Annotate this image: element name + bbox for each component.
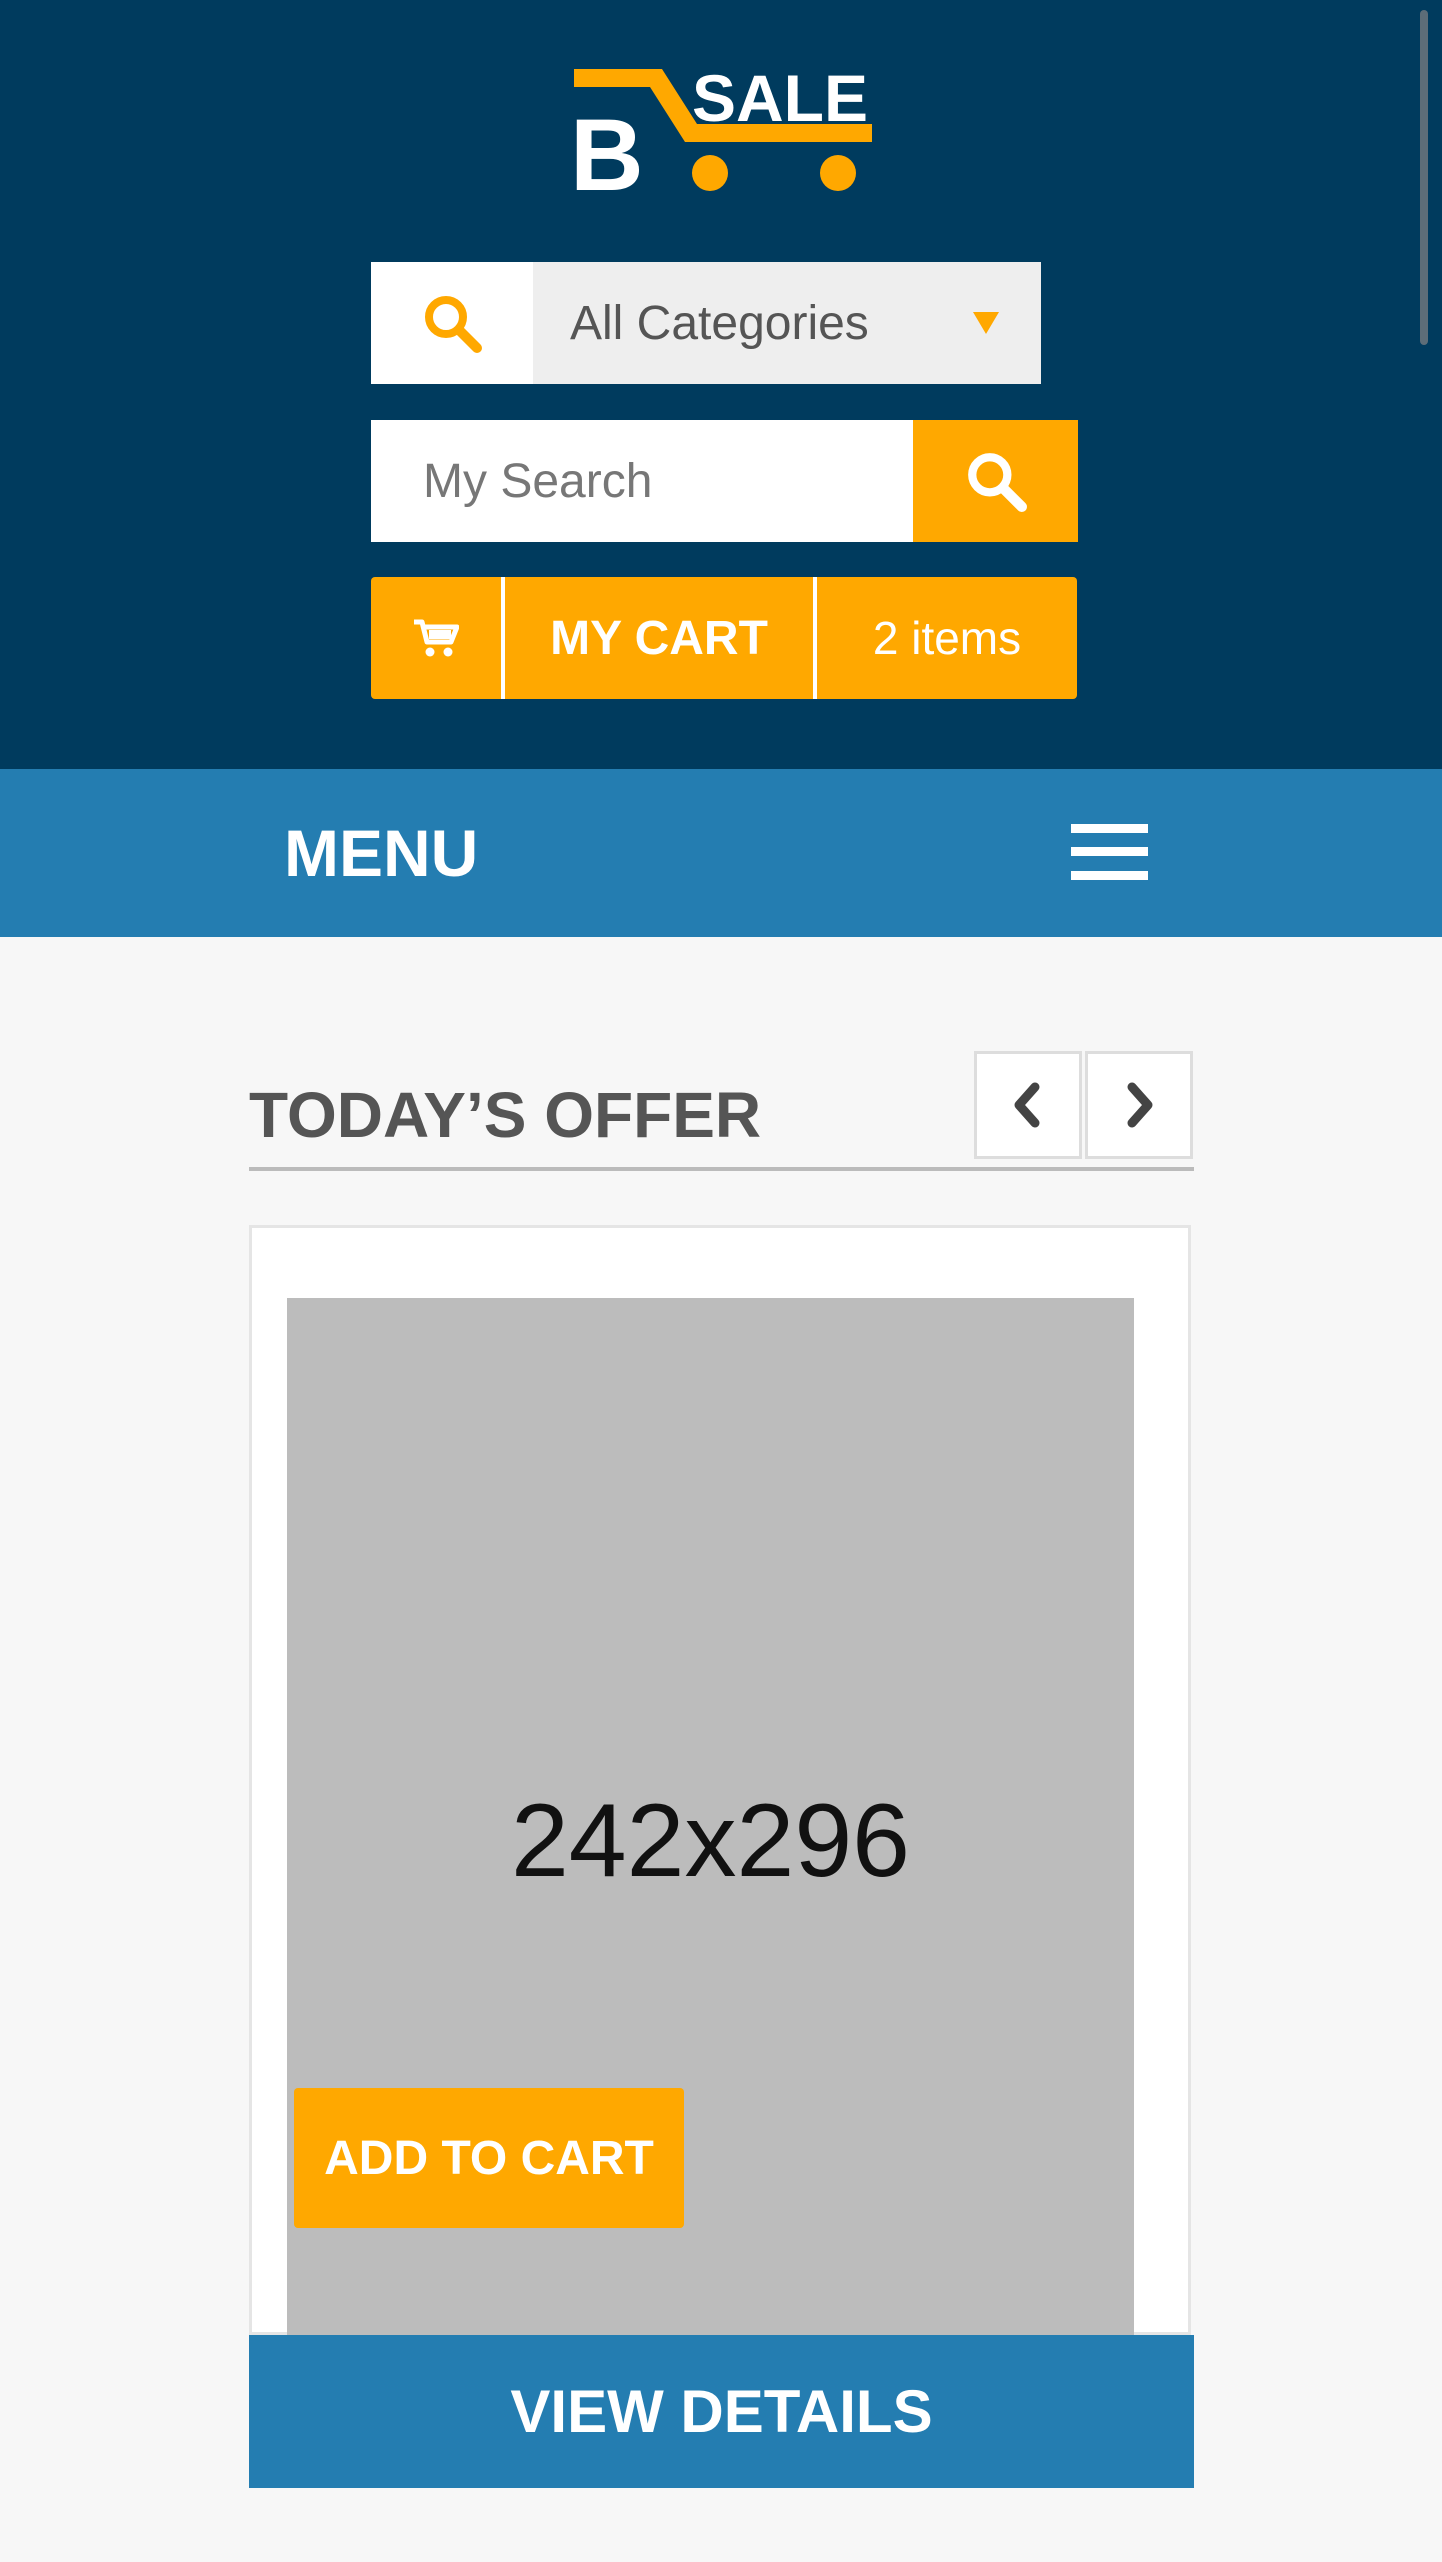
cart-item-count: 2 items [872, 612, 1022, 664]
category-select[interactable]: All Categories [533, 262, 1041, 384]
add-to-cart-button[interactable]: ADD TO CART [294, 2088, 684, 2228]
search-icon [425, 296, 482, 353]
search-icon [967, 453, 1027, 512]
carousel-prev-button[interactable] [974, 1051, 1082, 1159]
section-divider [249, 1167, 1194, 1171]
cart-button[interactable]: MY CART 2 items [371, 577, 1077, 699]
section-title: TODAY’S OFFER [249, 1079, 762, 1151]
menu-label[interactable]: MENU [284, 769, 478, 937]
search-row [371, 420, 1078, 542]
hamburger-icon[interactable] [1071, 824, 1148, 880]
cart-label: MY CART [505, 577, 817, 699]
search-button[interactable] [913, 420, 1078, 542]
category-search-icon-box[interactable] [371, 262, 533, 384]
cart-icon-box [371, 577, 505, 699]
chevron-left-icon [1014, 1082, 1040, 1128]
view-details-button[interactable]: VIEW DETAILS [249, 2335, 1194, 2488]
chevron-right-icon [1127, 1082, 1153, 1128]
category-select-value: All Categories [570, 296, 869, 350]
logo-text: SALE [692, 68, 868, 135]
menu-bar: MENU [0, 769, 1442, 937]
image-size-label: 242x296 [510, 1783, 911, 1899]
search-input[interactable] [371, 420, 913, 542]
bsale-logo[interactable]: B SALE [572, 68, 872, 194]
logo-letter: B [572, 98, 644, 194]
category-search-row: All Categories [371, 262, 1041, 384]
caret-down-icon [973, 312, 999, 334]
scrollbar[interactable] [1420, 10, 1428, 345]
carousel-next-button[interactable] [1085, 1051, 1193, 1159]
cart-icon [414, 619, 459, 657]
